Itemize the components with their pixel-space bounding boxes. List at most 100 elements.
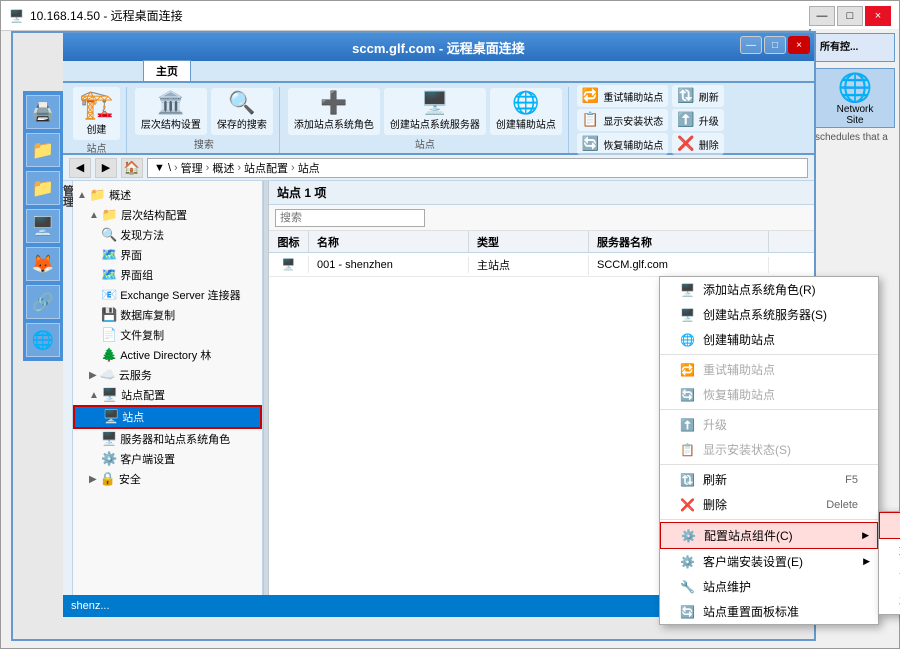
sidebar-item-discovery[interactable]: 🔍 发现方法 [73, 225, 262, 245]
ctx-restore-label: 恢复辅助站点 [703, 386, 775, 403]
ctx-delete[interactable]: ❌ 删除 Delete [660, 492, 878, 517]
ribbon-restore-secondary-btn[interactable]: 🔄 恢复辅助站点 [577, 133, 668, 155]
ctx-site-maintenance-label: 站点维护 [703, 578, 751, 595]
refresh-label: 刷新 [699, 89, 719, 104]
ribbon-saved-search-btn[interactable]: 🔍 保存的搜索 [211, 88, 273, 135]
sidebar-item-cloud[interactable]: ▶ ☁️ 云服务 [73, 365, 262, 385]
ql-monitor[interactable]: 🖥️ [26, 209, 60, 243]
sub-item-software-dist[interactable]: 软件分发(D) [879, 512, 900, 539]
cloud-label: 云服务 [119, 367, 152, 383]
ribbon-add-role-btn[interactable]: ➕ 添加站点系统角色 [288, 88, 380, 135]
sidebar-item-client-settings[interactable]: ⚙️ 客户端设置 [73, 449, 262, 469]
ribbon-hierarchy-btn[interactable]: 🏛️ 层次结构设置 [135, 88, 207, 135]
ribbon-create-btn[interactable]: 🏗️ 创建 [73, 87, 120, 140]
ribbon-show-install-btn[interactable]: 📋 显示安装状态 [577, 109, 668, 131]
sidebar-item-db-replication[interactable]: 💾 数据库复制 [73, 305, 262, 325]
nav-sep1: › [174, 162, 178, 174]
ribbon-create-secondary-btn[interactable]: 🌐 创建辅助站点 [490, 88, 562, 135]
sidebar-item-security[interactable]: ▶ 🔒 安全 [73, 469, 262, 489]
ribbon-upgrade-btn[interactable]: ⬆️ 升级 [672, 109, 723, 131]
network-icon-area[interactable]: 🌐 Network Site [815, 68, 895, 128]
sidebar-item-sites[interactable]: 🖥️ 站点 [73, 405, 262, 429]
grid-col-type: 类型 [469, 231, 589, 252]
sites-label: 站点 [122, 409, 144, 425]
ctx-configure-site-component[interactable]: ⚙️ 配置站点组件(C) [660, 522, 878, 549]
ql-web[interactable]: 🌐 [26, 323, 60, 357]
ql-print[interactable]: 🖨️ [26, 95, 60, 129]
hierarchy-label: 层次结构设置 [141, 116, 201, 131]
ctx-restore-secondary[interactable]: 🔄 恢复辅助站点 [660, 382, 878, 407]
sidebar-item-site-config[interactable]: ▲ 🖥️ 站点配置 [73, 385, 262, 405]
boundary-label: 界面 [120, 247, 142, 263]
security-label: 安全 [119, 471, 141, 487]
cloud-icon: ☁️ [100, 367, 116, 383]
sidebar-item-hierarchy[interactable]: ▲ 📁 层次结构配置 [73, 205, 262, 225]
ribbon-retry-secondary-btn[interactable]: 🔁 重试辅助站点 [577, 85, 668, 107]
ctx-create-server[interactable]: 🖥️ 创建站点系统服务器(S) [660, 302, 878, 327]
sub-item-software-updates[interactable]: 软件更新点(U) [879, 539, 900, 564]
ctx-client-install[interactable]: ⚙️ 客户端安装设置(E) [660, 549, 878, 574]
nav-path-overview: 概述 [212, 160, 234, 176]
ctx-create-server-icon: 🖥️ [680, 308, 695, 322]
context-menu: 🖥️ 添加站点系统角色(R) 🖥️ 创建站点系统服务器(S) 🌐 创建辅助站点 [659, 276, 879, 625]
sidebar-item-overview[interactable]: ▲ 📁 概述 [73, 185, 262, 205]
ctx-site-reset-label: 站点重置面板标准 [703, 603, 799, 620]
security-icon: 🔒 [100, 471, 116, 487]
outer-maximize-btn[interactable]: □ [837, 6, 863, 26]
inner-minimize-btn[interactable]: — [740, 36, 762, 54]
table-row[interactable]: 🖥️ 001 - shenzhen 主站点 SCCM.glf.com [269, 253, 814, 277]
ctx-upgrade[interactable]: ⬆️ 升级 [660, 412, 878, 437]
ribbon-delete-btn[interactable]: ❌ 删除 [672, 133, 723, 155]
sub-item-status-report[interactable]: 状态报告(R) [879, 589, 900, 614]
ctx-refresh[interactable]: 🔃 刷新 F5 [660, 467, 878, 492]
discovery-icon: 🔍 [101, 227, 117, 243]
sidebar-item-file-replication[interactable]: 📄 文件复制 [73, 325, 262, 345]
grid-header: 图标 名称 类型 服务器名称 [269, 231, 814, 253]
content-header: 站点 1 项 [269, 181, 814, 205]
outer-minimize-btn[interactable]: — [809, 6, 835, 26]
sub-item-management-point[interactable]: 管理点(P) [879, 564, 900, 589]
inner-close-btn[interactable]: × [788, 36, 810, 54]
right-panel-description: schedules that a [815, 132, 895, 143]
boundary-group-label: 界面组 [120, 267, 153, 283]
outer-panel-connections-title: 所有控... [820, 38, 890, 53]
ctx-add-role[interactable]: 🖥️ 添加站点系统角色(R) [660, 277, 878, 302]
row-type: 主站点 [469, 255, 589, 275]
ql-folder2[interactable]: 📁 [26, 171, 60, 205]
nav-back-btn[interactable]: ◀ [69, 158, 91, 178]
ribbon-create-server-btn[interactable]: 🖥️ 创建站点系统服务器 [384, 88, 486, 135]
delete-icon: ❌ [677, 136, 694, 150]
ctx-site-reset[interactable]: 🔄 站点重置面板标准 [660, 599, 878, 624]
tab-home[interactable]: 主页 [143, 60, 191, 81]
outer-close-btn[interactable]: × [865, 6, 891, 26]
nav-forward-btn[interactable]: ▶ [95, 158, 117, 178]
ctx-delete-label: 删除 [703, 496, 727, 513]
nav-path: ▼ \ › 管理 › 概述 › 站点配置 › 站点 [147, 158, 808, 178]
ql-folder1[interactable]: 📁 [26, 133, 60, 167]
split-area: 管理 ▲ 📁 概述 ▲ 📁 层次结构配置 🔍 发 [63, 181, 814, 595]
nav-home-icon[interactable]: 🏠 [121, 158, 143, 178]
overview-icon: 📁 [90, 187, 106, 203]
sidebar-item-ad-forest[interactable]: 🌲 Active Directory 林 [73, 345, 262, 365]
boundary-icon: 🗺️ [101, 247, 117, 263]
sidebar-item-boundary[interactable]: 🗺️ 界面 [73, 245, 262, 265]
ctx-create-secondary[interactable]: 🌐 创建辅助站点 [660, 327, 878, 352]
ql-firefox[interactable]: 🦊 [26, 247, 60, 281]
ribbon-refresh-btn[interactable]: 🔃 刷新 [672, 85, 723, 107]
ribbon: 🏗️ 创建 站点 🏛️ 层次结构设置 🔍 [63, 83, 814, 155]
ctx-site-maintenance[interactable]: 🔧 站点维护 [660, 574, 878, 599]
retry-secondary-label: 重试辅助站点 [603, 89, 663, 104]
saved-search-icon: 🔍 [228, 92, 255, 114]
add-role-label: 添加站点系统角色 [294, 116, 374, 131]
sidebar-item-boundary-group[interactable]: 🗺️ 界面组 [73, 265, 262, 285]
grid-col-icon: 图标 [269, 231, 309, 252]
nav-path-site: 站点 [298, 160, 320, 176]
ctx-show-install[interactable]: 📋 显示安装状态(S) [660, 437, 878, 462]
file-replication-icon: 📄 [101, 327, 117, 343]
search-input[interactable] [275, 209, 425, 227]
sidebar-item-exchange[interactable]: 📧 Exchange Server 连接器 [73, 285, 262, 305]
ql-link[interactable]: 🔗 [26, 285, 60, 319]
sidebar-item-servers[interactable]: 🖥️ 服务器和站点系统角色 [73, 429, 262, 449]
inner-maximize-btn[interactable]: □ [764, 36, 786, 54]
ctx-retry-secondary[interactable]: 🔁 重试辅助站点 [660, 357, 878, 382]
